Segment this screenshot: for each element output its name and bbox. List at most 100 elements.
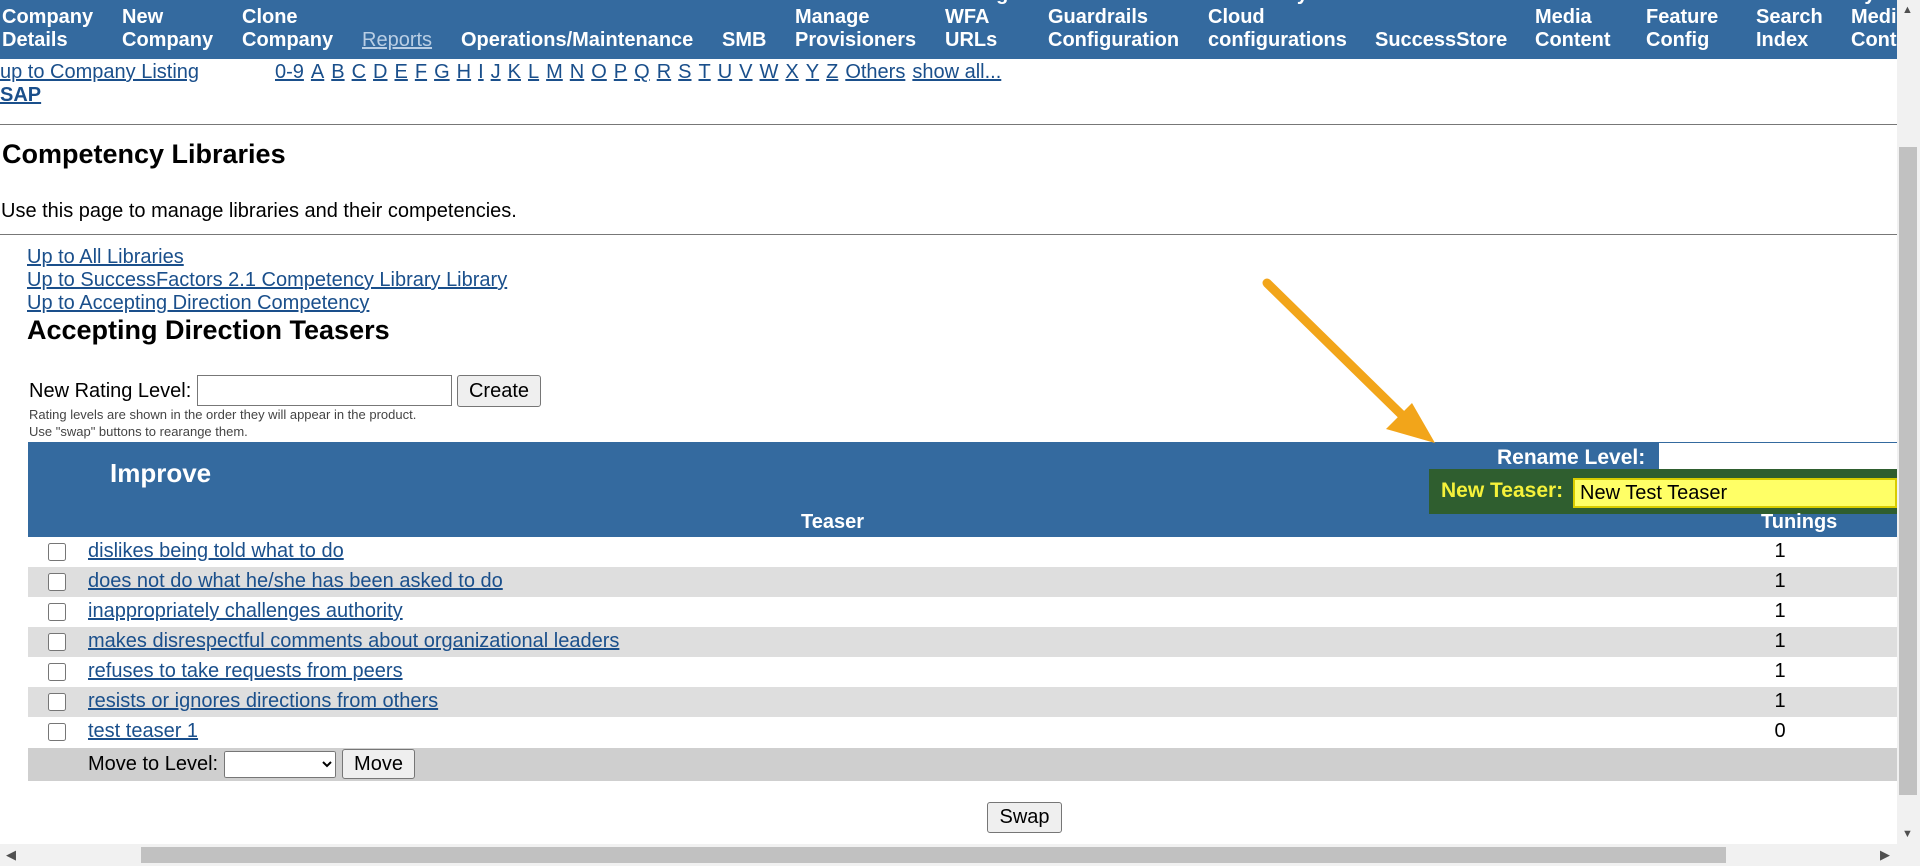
alpha-p[interactable]: P bbox=[614, 61, 627, 83]
alpha-o[interactable]: O bbox=[591, 61, 607, 83]
up-to-competency-link[interactable]: Up to Accepting Direction Competency bbox=[27, 292, 369, 315]
nav-smb[interactable]: SMB bbox=[722, 29, 766, 52]
table-row: resists or ignores directions from other… bbox=[28, 687, 1897, 717]
swap-hint: Use "swap" buttons to rearange them. bbox=[29, 424, 248, 439]
up-to-library-link[interactable]: Up to SuccessFactors 2.1 Competency Libr… bbox=[27, 269, 507, 292]
tunings-count: 0 bbox=[1774, 720, 1786, 742]
alpha-y[interactable]: Y bbox=[806, 61, 819, 83]
row-checkbox[interactable] bbox=[48, 543, 66, 561]
alpha-0-9[interactable]: 0-9 bbox=[275, 61, 304, 83]
nav-guardrails-configuration[interactable]: Custom Guardrails Configuration bbox=[1048, 0, 1179, 52]
teaser-link[interactable]: does not do what he/she has been asked t… bbox=[88, 570, 503, 593]
nav-manage-wfa-urls[interactable]: Manage WFA URLs bbox=[945, 0, 1019, 52]
tunings-count: 1 bbox=[1774, 600, 1786, 622]
divider bbox=[0, 124, 1897, 125]
alpha-f[interactable]: F bbox=[415, 61, 427, 83]
teaser-link[interactable]: refuses to take requests from peers bbox=[88, 660, 403, 683]
alpha-h[interactable]: H bbox=[457, 61, 471, 83]
teaser-link[interactable]: test teaser 1 bbox=[88, 720, 198, 743]
alpha-w[interactable]: W bbox=[760, 61, 779, 83]
alpha-g[interactable]: G bbox=[434, 61, 450, 83]
alpha-v[interactable]: V bbox=[739, 61, 752, 83]
vertical-scrollbar-thumb[interactable] bbox=[1899, 147, 1917, 795]
alpha-l[interactable]: L bbox=[528, 61, 539, 83]
alpha-m[interactable]: M bbox=[546, 61, 563, 83]
scroll-down-icon[interactable]: ▼ bbox=[1902, 828, 1913, 840]
new-rating-level-label: New Rating Level: bbox=[29, 380, 192, 402]
alpha-k[interactable]: K bbox=[508, 61, 521, 83]
teaser-link[interactable]: resists or ignores directions from other… bbox=[88, 690, 438, 713]
table-row: test teaser 1 0 bbox=[28, 717, 1897, 747]
nav-operations-maintenance[interactable]: Operations/Maintenance bbox=[461, 29, 693, 52]
move-to-level-select[interactable] bbox=[224, 751, 336, 778]
scroll-right-icon[interactable]: ▶ bbox=[1880, 847, 1890, 863]
page-description: Use this page to manage libraries and th… bbox=[1, 200, 517, 222]
new-rating-level-input[interactable] bbox=[197, 375, 452, 406]
alpha-x[interactable]: X bbox=[785, 61, 798, 83]
alpha-u[interactable]: U bbox=[718, 61, 732, 83]
alpha-t[interactable]: T bbox=[699, 61, 711, 83]
row-checkbox[interactable] bbox=[48, 723, 66, 741]
up-to-company-listing-link[interactable]: up to Company Listing bbox=[0, 61, 199, 84]
nav-media-content[interactable]: Content Media Content bbox=[1535, 0, 1611, 52]
alpha-j[interactable]: J bbox=[491, 61, 501, 83]
alpha-b[interactable]: B bbox=[331, 61, 344, 83]
nav-sac-configurations[interactable]: SAP Analytics Cloud configurations bbox=[1208, 0, 1347, 52]
nav-feature-config[interactable]: Content Feature Config bbox=[1646, 0, 1722, 52]
nav-search-index[interactable]: Search Index bbox=[1756, 6, 1823, 52]
annotation-arrow-icon bbox=[1262, 278, 1435, 443]
new-teaser-input[interactable] bbox=[1573, 478, 1897, 508]
teaser-link[interactable]: makes disrespectful comments about organ… bbox=[88, 630, 619, 653]
row-checkbox[interactable] bbox=[48, 603, 66, 621]
divider bbox=[0, 234, 1897, 235]
alpha-n[interactable]: N bbox=[570, 61, 584, 83]
row-checkbox[interactable] bbox=[48, 693, 66, 711]
nav-clone-company[interactable]: Clone Company bbox=[242, 6, 333, 52]
alpha-others[interactable]: Others bbox=[845, 61, 905, 83]
company-link[interactable]: SAP bbox=[0, 84, 41, 107]
row-checkbox[interactable] bbox=[48, 663, 66, 681]
teaser-column-header: Teaser bbox=[801, 511, 865, 533]
row-checkbox[interactable] bbox=[48, 573, 66, 591]
table-row: dislikes being told what to do 1 bbox=[28, 537, 1897, 567]
swap-button[interactable]: Swap bbox=[987, 802, 1062, 833]
teaser-link[interactable]: inappropriately challenges authority bbox=[88, 600, 403, 623]
level-name: Improve bbox=[110, 458, 212, 488]
alpha-c[interactable]: C bbox=[352, 61, 366, 83]
alpha-r[interactable]: R bbox=[657, 61, 671, 83]
create-button[interactable]: Create bbox=[457, 375, 541, 407]
tunings-count: 1 bbox=[1774, 540, 1786, 562]
table-row: refuses to take requests from peers 1 bbox=[28, 657, 1897, 687]
alpha-e[interactable]: E bbox=[395, 61, 408, 83]
alpha-d[interactable]: D bbox=[373, 61, 387, 83]
alpha-z[interactable]: Z bbox=[826, 61, 838, 83]
nav-manage-provisioners[interactable]: Manage Provisioners bbox=[795, 6, 916, 52]
table-row: inappropriately challenges authority 1 bbox=[28, 597, 1897, 627]
alpha-a[interactable]: A bbox=[311, 61, 324, 83]
row-checkbox[interactable] bbox=[48, 633, 66, 651]
teaser-link[interactable]: dislikes being told what to do bbox=[88, 540, 344, 563]
up-to-all-libraries-link[interactable]: Up to All Libraries bbox=[27, 246, 184, 269]
alpha-s[interactable]: S bbox=[678, 61, 691, 83]
move-button[interactable]: Move bbox=[342, 749, 415, 779]
tunings-count: 1 bbox=[1774, 690, 1786, 712]
scroll-up-icon[interactable]: ▲ bbox=[1902, 4, 1913, 16]
alpha-show-all[interactable]: show all... bbox=[912, 61, 1001, 83]
horizontal-scrollbar-thumb[interactable] bbox=[141, 847, 1726, 863]
scroll-left-icon[interactable]: ◀ bbox=[6, 847, 16, 863]
top-navigation-bar: Company Details New Company Clone Compan… bbox=[0, 0, 1897, 59]
section-title: Accepting Direction Teasers bbox=[27, 315, 390, 345]
nav-new-company[interactable]: New Company bbox=[122, 6, 213, 52]
table-row: does not do what he/she has been asked t… bbox=[28, 567, 1897, 597]
rename-level-input[interactable] bbox=[1659, 443, 1897, 470]
nav-sync-media-content[interactable]: Sync Media Content bbox=[1851, 0, 1897, 52]
nav-company-details[interactable]: Company Details bbox=[2, 6, 93, 52]
alpha-q[interactable]: Q bbox=[634, 61, 650, 83]
nav-reports[interactable]: Reports bbox=[362, 29, 432, 52]
move-to-level-label: Move to Level: bbox=[88, 753, 219, 775]
page-title: Competency Libraries bbox=[2, 139, 286, 169]
alpha-i[interactable]: I bbox=[478, 61, 484, 83]
tunings-column-header: Tunings bbox=[1761, 511, 1838, 533]
tunings-count: 1 bbox=[1774, 570, 1786, 592]
nav-successstore[interactable]: SuccessStore bbox=[1375, 29, 1507, 52]
